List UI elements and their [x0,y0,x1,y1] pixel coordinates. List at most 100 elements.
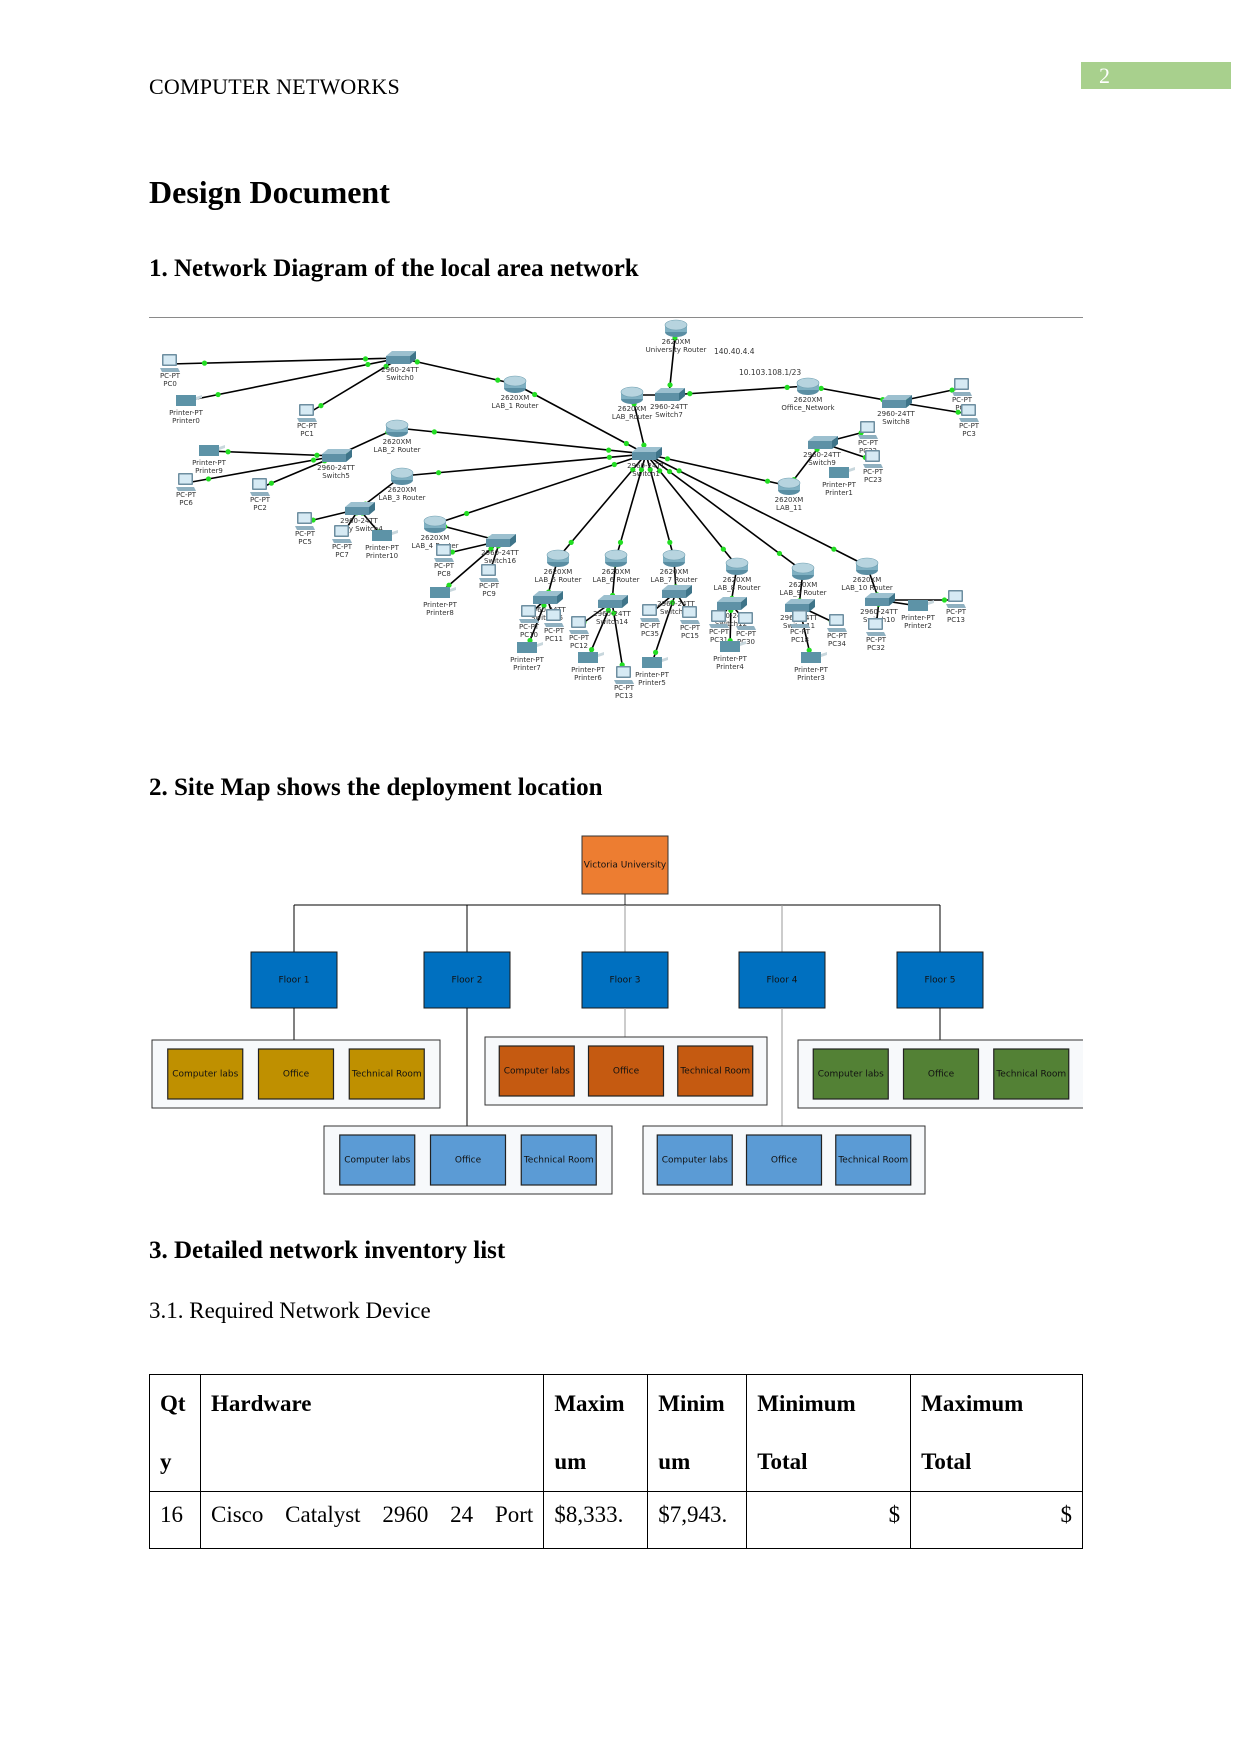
switch-device[interactable]: 2960-24TTSwitch9 [803,436,842,467]
port-status-light [318,403,324,409]
switch-device[interactable]: 2960-24TTSwitch1 [627,447,666,478]
device-model-label: PC-PT [640,622,661,630]
pc-device[interactable]: PC-PTPC22 [858,421,879,455]
device-name-label: Switch5 [322,472,350,480]
device-model-label: PC-PT [863,468,884,476]
printer-icon [720,641,740,652]
pc-device[interactable]: PC-PTPC5 [295,512,316,546]
router-device[interactable]: 2620XMLAB_5 Router [534,549,582,584]
header-minimum-total: Minimum Total [746,1374,912,1492]
pc-device[interactable]: PC-PTPC2 [250,478,271,512]
header-minimum: Minim um [647,1374,748,1492]
router-device[interactable]: 2620XMLAB_9 Router [779,562,827,597]
port-status-light [831,546,837,552]
router-device[interactable]: 2620XMLAB_3 Router [378,467,426,502]
pc-device[interactable]: PC-PTPC6 [176,473,197,507]
device-model-label: Printer-PT [571,666,606,674]
printer-device[interactable]: Printer-PTPrinter0 [169,395,204,425]
printer-device[interactable]: Printer-PTPrinter8 [423,587,458,617]
port-status-light [687,391,693,397]
pc-device[interactable]: PC-PTPC9 [479,564,500,598]
switch-device[interactable]: 2960-24TTSwitch5 [317,449,356,480]
port-status-light [310,457,317,463]
device-model-label: 2620XM [789,581,818,589]
header-maximum-total: Maximum Total [910,1374,1083,1492]
port-status-light [568,539,574,545]
router-device[interactable]: 2620XMLAB_8 Router [713,557,761,592]
router-device[interactable]: 2620XMLAB_4 Router [411,515,459,550]
pc-device[interactable]: PC-PTPC23 [863,450,884,484]
device-name-label: LAB_11 [776,504,802,512]
device-name-label: Printer2 [904,622,932,630]
room-label: Office [771,1156,798,1166]
port-status-light [215,391,221,398]
router-device[interactable]: 2620XMLAB_10 Router [841,557,893,592]
device-model-label: PC-PT [519,623,540,631]
page-number-badge: 2 [1081,62,1231,89]
port-status-light [776,550,783,557]
device-model-label: 2960-24TT [877,410,915,418]
switch-device[interactable]: 2960-24TTSwitch8 [877,395,916,426]
port-status-light [617,539,624,545]
device-name-label: PC35 [641,630,659,638]
device-name-label: Switch9 [808,459,836,467]
pc-device[interactable]: PC-PTPC15 [680,606,701,640]
section-3-1-heading: 3.1. Required Network Device [149,1298,431,1323]
cell-maximum: $8,333. [543,1491,649,1549]
port-status-light [818,385,824,391]
router-icon [620,386,644,398]
printer-device[interactable]: Printer-PTPrinter7 [510,642,545,672]
router-icon [796,377,820,389]
printer-device[interactable]: Printer-PTPrinter9 [192,445,227,475]
pc-device[interactable]: PC-PTPC13 [946,590,967,624]
device-name-label: PC11 [545,635,563,643]
device-model-label: PC-PT [544,627,565,635]
router-icon [604,549,628,561]
device-name-label: University Router [646,346,707,354]
device-name-label: LAB_10 Router [841,584,893,592]
room-label: Office [455,1156,482,1166]
switch-device[interactable]: 2960-24TTSwitch7 [650,388,689,419]
pc-device[interactable]: PC-PTPC3 [959,404,980,438]
switch-device[interactable]: 2960-24TTSwitch16 [481,534,520,565]
switch-device[interactable]: 2960-24TTSwitch0 [381,351,420,382]
pc-device[interactable]: PC-PTPC0 [160,354,181,388]
pc-device[interactable]: PC-PTPC13 [614,666,635,700]
cell-maximum-total: $ [910,1491,1083,1549]
switch-device[interactable]: 2960-24TTSwitch14 [593,595,632,626]
port-status-light [653,649,659,655]
router-device[interactable]: 2620XMLAB_2 Router [373,419,421,454]
router-device[interactable]: 2620XMLAB_11 [775,477,804,512]
device-model-label: PC-PT [176,491,197,499]
device-name-label: LAB_5 Router [534,576,581,584]
running-header: COMPUTER NETWORKS [149,74,400,99]
header-qty: Qt y [149,1374,201,1492]
printer-device[interactable]: Printer-PTPrinter3 [794,652,829,682]
router-device[interactable]: 2620XMOffice_Network [781,377,836,412]
printer-device[interactable]: Printer-PTPrinter6 [571,652,606,682]
network-diagram: PC-PTPC0Printer-PTPrinter02960-24TTSwitc… [160,319,980,700]
device-model-label: Printer-PT [365,544,400,552]
printer-device[interactable]: Printer-PTPrinter1 [822,467,857,497]
device-name-label: PC34 [828,640,847,648]
device-model-label: PC-PT [332,543,353,551]
device-name-label: PC23 [864,476,882,484]
pc-device[interactable]: PC-PTPC35 [640,604,661,638]
port-status-light [414,359,420,365]
pc-device[interactable]: PC-PTPC30 [736,612,757,646]
printer-device[interactable]: Printer-PTPrinter5 [635,657,670,687]
ip-annotation: 10.103.108.1/23 [739,368,801,377]
pc-device[interactable]: PC-PTPC34 [827,614,848,648]
device-name-label: LAB_8 Router [713,584,760,592]
header-hardware: Hardware [199,1374,545,1492]
cell-qty: 16 [149,1491,201,1549]
device-name-label: Switch16 [484,557,517,565]
device-model-label: Printer-PT [901,614,936,622]
device-name-label: PC7 [335,551,349,559]
port-status-light [606,454,612,460]
document-title: Design Document [149,174,390,210]
port-status-light [941,597,948,603]
printer-device[interactable]: Printer-PTPrinter10 [365,530,400,560]
inventory-table: Qt y Hardware Maxim um Minim um Minimum Tota… [149,1374,1083,1549]
device-model-label: 2620XM [775,496,804,504]
